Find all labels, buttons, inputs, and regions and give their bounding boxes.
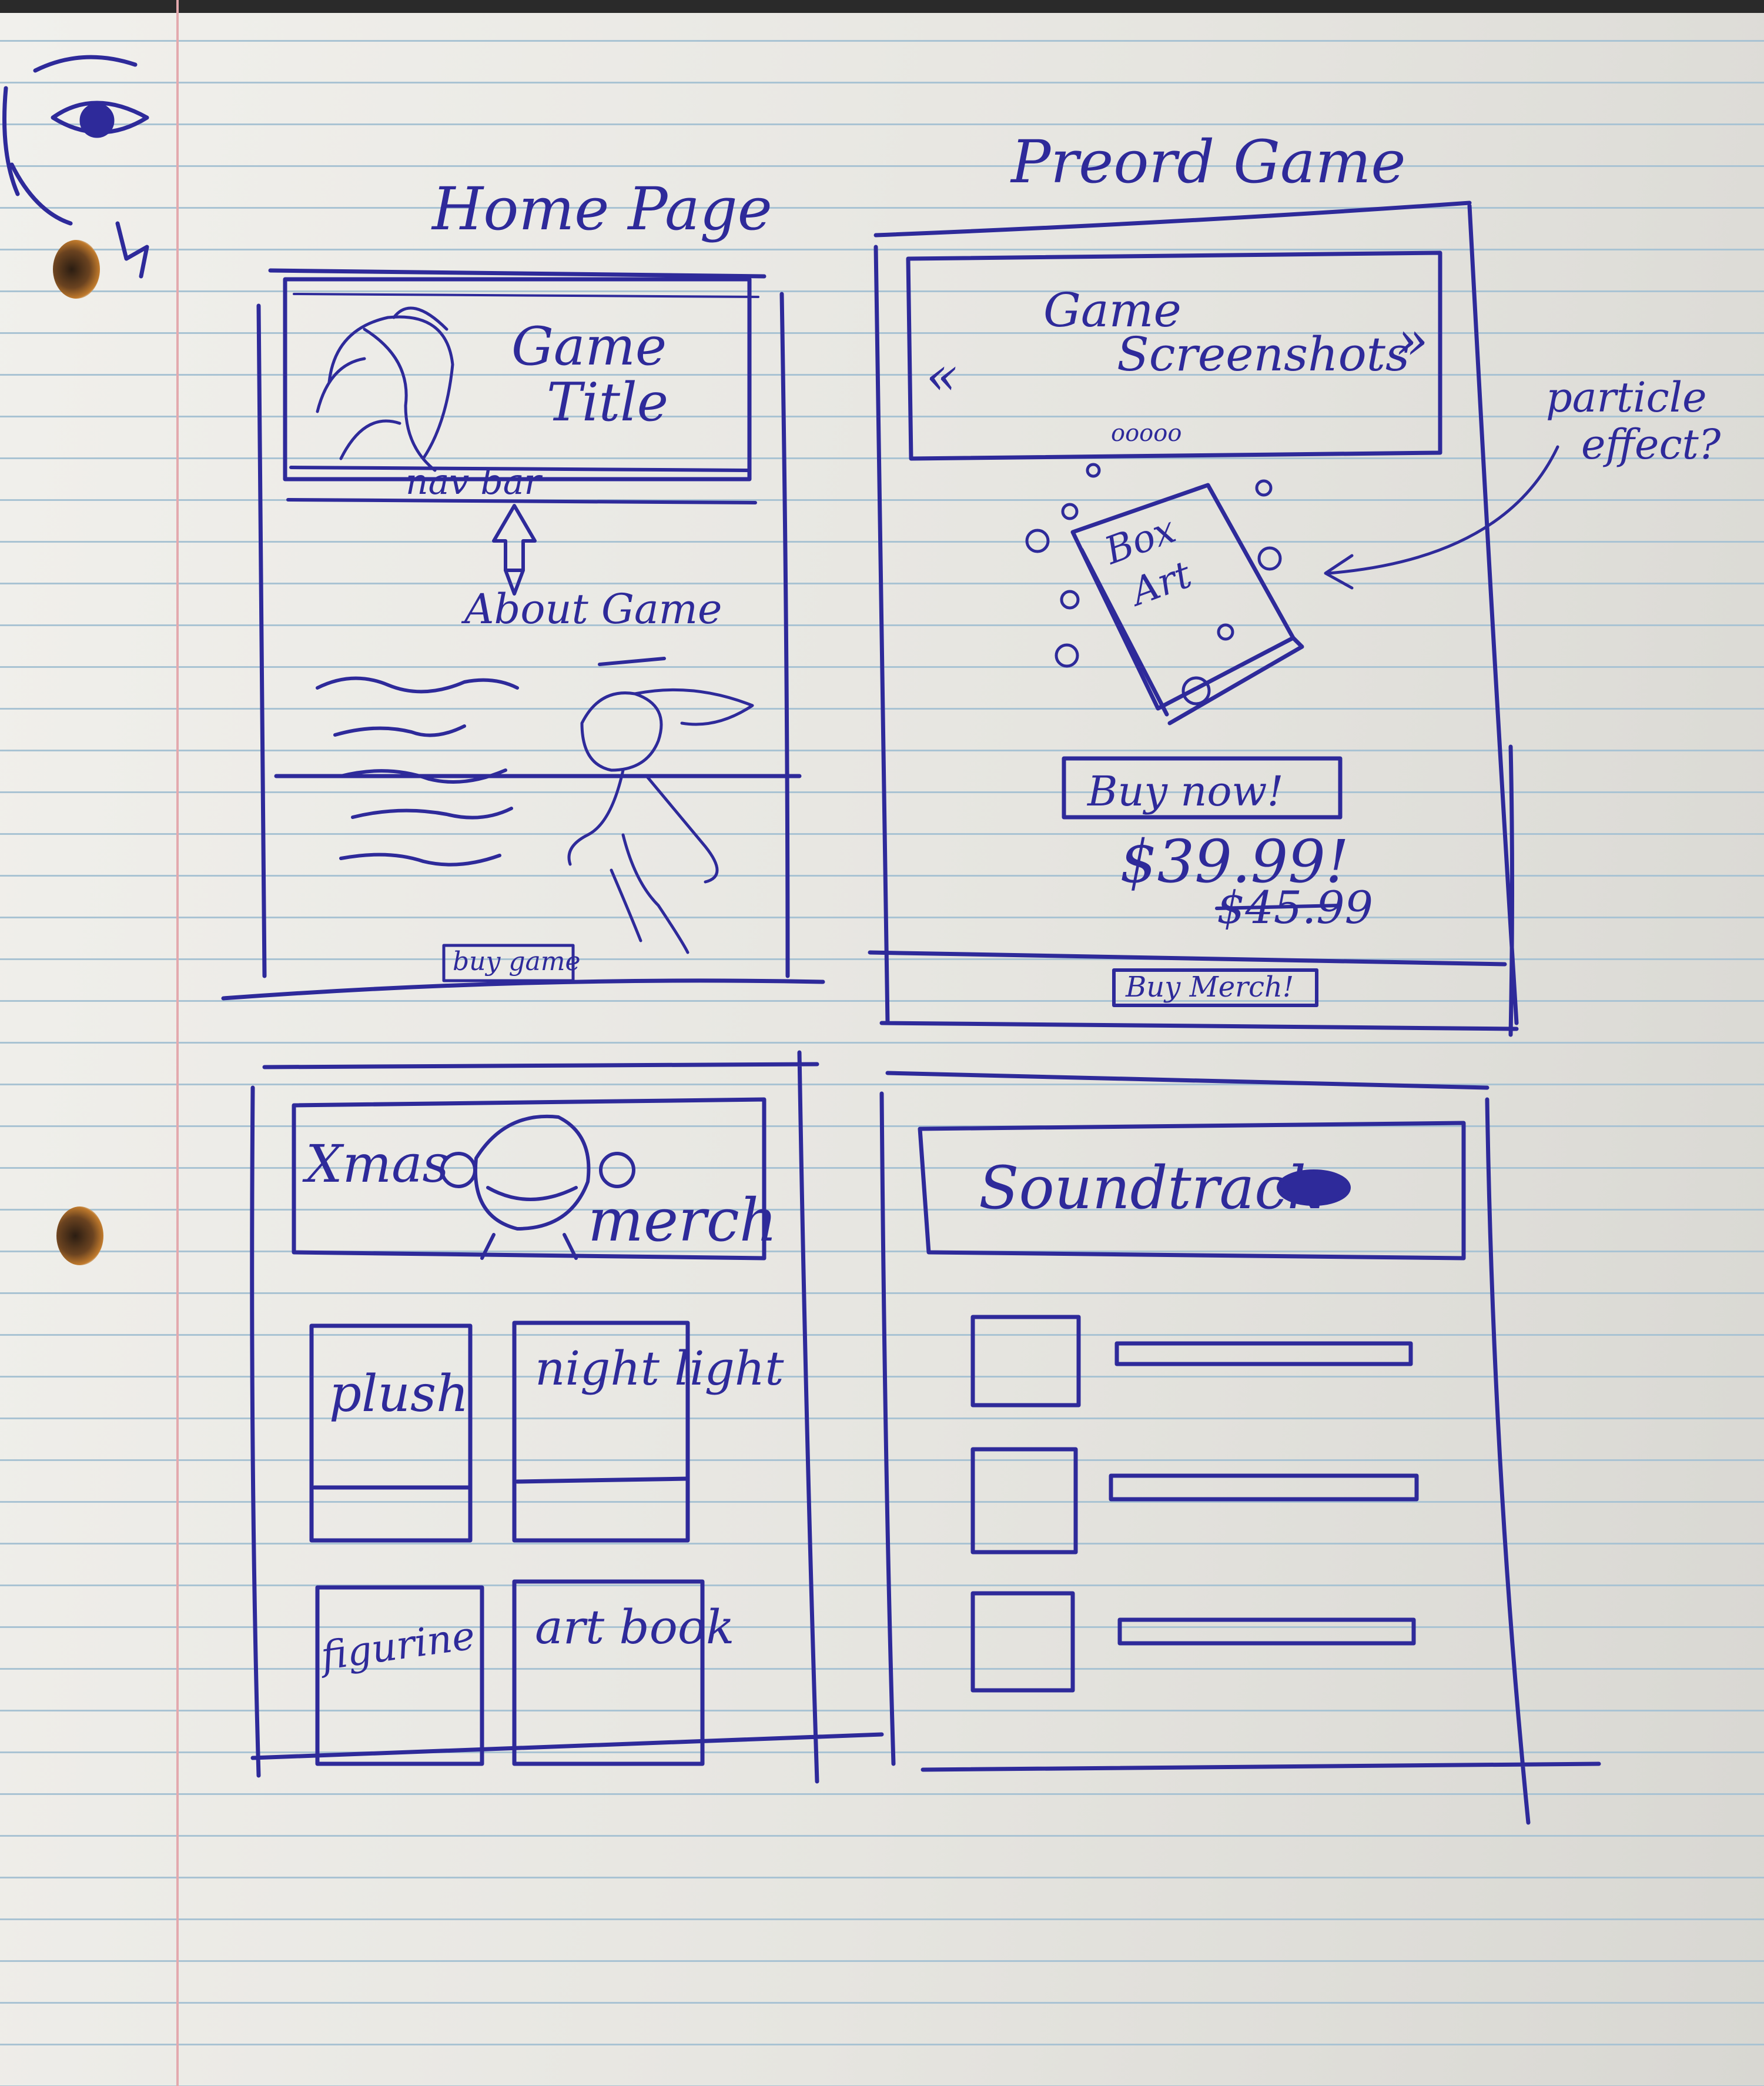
carousel-next-icon[interactable]: » xyxy=(1396,310,1428,372)
home-header-banner xyxy=(283,277,752,482)
double-arrow-icon xyxy=(492,504,537,596)
track-row[interactable] xyxy=(970,1315,1413,1408)
game-title-line1: Game xyxy=(511,316,667,377)
girl-character-icon xyxy=(567,688,754,954)
game-title-line2: Title xyxy=(547,372,668,433)
box-art-image xyxy=(1070,483,1304,726)
nav-bar-label: nav bar xyxy=(406,462,543,503)
track-row[interactable] xyxy=(970,1591,1416,1693)
merch-tile-art-book-label: art book xyxy=(535,1600,735,1654)
track-thumbnail xyxy=(970,1315,1081,1408)
notebook-page: Home Page Game Title nav bar About Game … xyxy=(0,0,1764,2086)
home-page-wireframe: Home Page Game Title nav bar About Game … xyxy=(221,175,825,1001)
sketch-canvas: Home Page Game Title nav bar About Game … xyxy=(2,55,1721,1825)
buy-now-label: Buy now! xyxy=(1086,767,1284,815)
track-progress-bar[interactable] xyxy=(1114,1341,1413,1366)
carousel-prev-icon[interactable]: « xyxy=(926,345,958,407)
character-sketch-icon xyxy=(316,306,454,472)
eye-doodle-icon xyxy=(2,55,149,279)
preorder-page-title: Preord Game xyxy=(1010,128,1406,196)
soundtrack-page-wireframe: Soundtrack xyxy=(879,1071,1601,1825)
soundtrack-title: Soundtrack xyxy=(979,1154,1323,1222)
music-notes-icon xyxy=(1277,1169,1351,1206)
annotation-arrow-icon xyxy=(1324,445,1559,590)
merch-banner-left: Xmas xyxy=(302,1134,449,1194)
buy-merch-label: Buy Merch! xyxy=(1125,971,1294,1004)
merch-page-wireframe: Xmas merch plush night light figurine ar… xyxy=(250,1050,884,1784)
particle-annotation-line2: effect? xyxy=(1581,420,1721,469)
about-game-heading: About Game xyxy=(461,585,722,633)
merch-tile-plush[interactable] xyxy=(309,1323,473,1543)
track-thumbnail xyxy=(970,1591,1075,1693)
carousel-dots[interactable]: ooooo xyxy=(1111,420,1181,447)
preorder-page-wireframe: Preord Game Game Screenshots « » ooooo B… xyxy=(868,128,1721,1037)
home-page-title: Home Page xyxy=(431,175,772,243)
text-placeholder-lines xyxy=(316,657,666,867)
track-progress-bar[interactable] xyxy=(1117,1617,1416,1646)
screenshots-label-line2: Screenshots xyxy=(1117,327,1410,382)
particle-annotation-line1: particle xyxy=(1546,373,1707,422)
merch-tile-figurine-label: figurine xyxy=(316,1613,478,1680)
track-row[interactable] xyxy=(970,1447,1419,1555)
track-thumbnail xyxy=(970,1447,1078,1555)
track-progress-bar[interactable] xyxy=(1109,1473,1419,1502)
merch-tile-night-light-label: night light xyxy=(535,1341,784,1396)
buy-game-label: buy game xyxy=(453,947,581,977)
merch-banner-right: merch xyxy=(588,1186,777,1255)
merch-tile-plush-label: plush xyxy=(329,1365,468,1423)
